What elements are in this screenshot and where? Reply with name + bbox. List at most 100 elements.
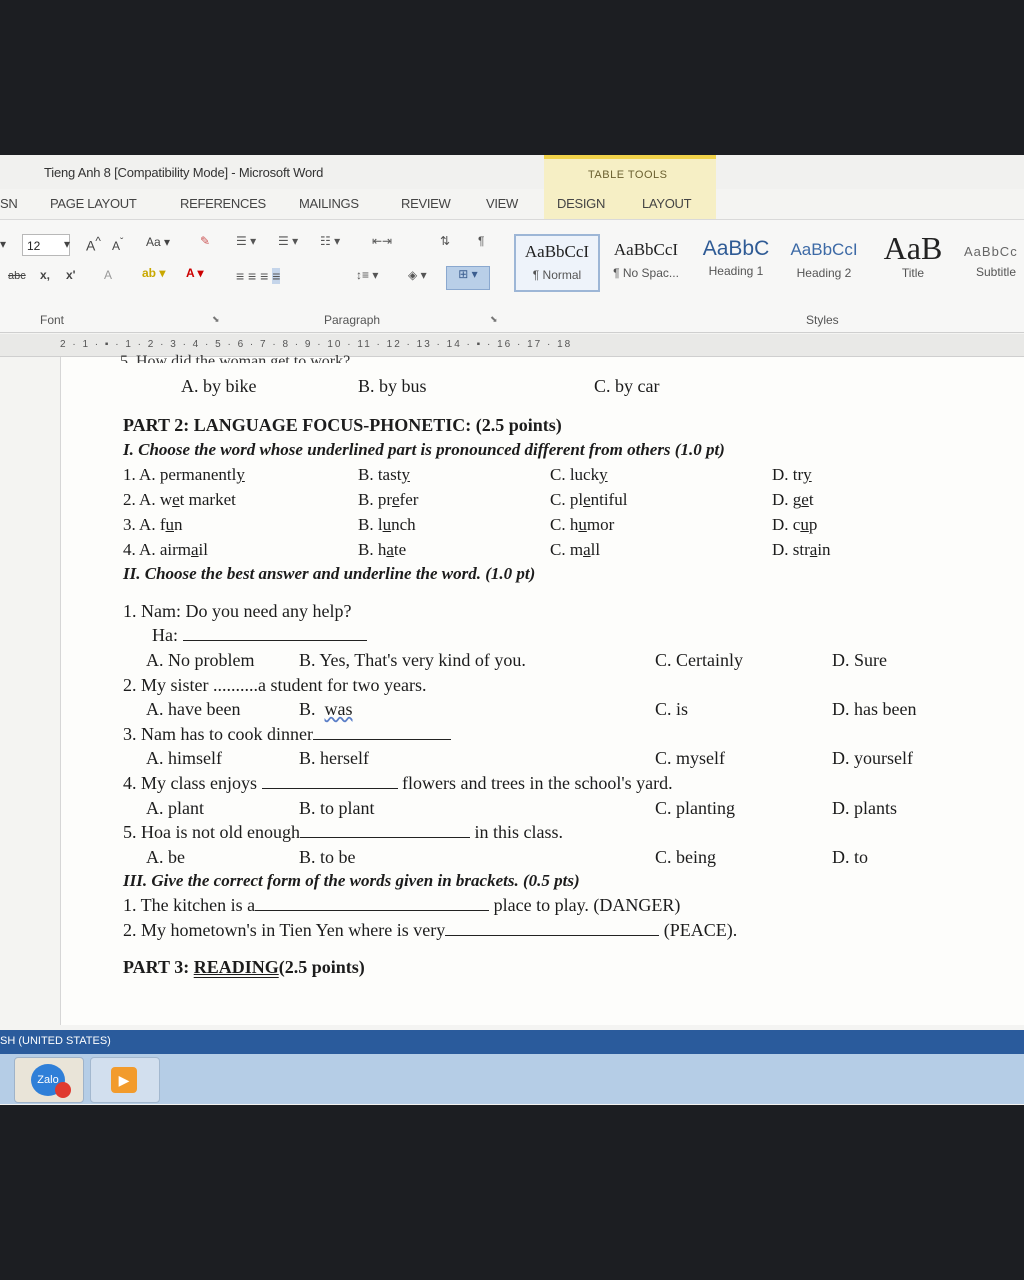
styles-group-label: Styles <box>806 313 839 327</box>
style-heading-1[interactable]: AaBbC Heading 1 <box>694 234 778 292</box>
language-indicator[interactable]: SH (UNITED STATES) <box>0 1035 111 1047</box>
s3-q1-post: place to play. (DANGER) <box>493 895 681 915</box>
q4-option-a: A. plant <box>146 798 204 818</box>
s1-row4-a: 4. A. airmail <box>123 540 208 559</box>
style-name: Subtitle <box>976 265 1017 279</box>
q2-post: a student for two years. <box>258 675 427 695</box>
font-name-dropdown-arrow-icon[interactable]: ▾ <box>0 237 6 251</box>
style-name: ¶ No Spac... <box>613 266 679 280</box>
q3-option-b: B. herself <box>299 748 369 768</box>
status-bar: SH (UNITED STATES) <box>0 1030 1024 1054</box>
font-size-field[interactable]: 12 <box>22 234 70 256</box>
part2-heading: PART 2: LANGUAGE FOCUS-PHONETIC: (2.5 po… <box>123 415 562 435</box>
clear-formatting-icon[interactable]: ✎ <box>200 234 210 248</box>
indent-icon[interactable]: ⇤⇥ <box>372 234 392 248</box>
q3-option-c: C. myself <box>655 748 725 768</box>
taskbar-media-button[interactable]: ▶ <box>90 1057 160 1103</box>
q1-line2: Ha: <box>152 625 367 646</box>
q3-option-a: A. himself <box>146 748 222 768</box>
shrink-font-icon[interactable]: Aˇ <box>112 237 123 253</box>
q4-line: 4. My class enjoys flowers and trees in … <box>123 773 673 794</box>
q4-option-b: B. to plant <box>299 798 375 818</box>
font-color-icon[interactable]: A ▾ <box>186 266 204 280</box>
style-heading-2[interactable]: AaBbCcI Heading 2 <box>784 234 864 292</box>
q5-line: 5. Hoa is not old enough in this class. <box>123 822 563 843</box>
tab-design[interactable]: DESIGN <box>557 196 605 211</box>
q2-dots: .......... <box>213 675 258 695</box>
sort-icon[interactable]: ⇅ <box>440 234 450 248</box>
bullets-icon[interactable]: ☰ ▾ <box>236 234 256 248</box>
tab-layout[interactable]: LAYOUT <box>642 196 692 211</box>
paragraph-dialog-launcher-icon[interactable]: ⬊ <box>490 314 498 325</box>
tab-mailings[interactable]: MAILINGS <box>299 196 359 211</box>
s3-q2-post: (PEACE). <box>663 920 738 940</box>
s1-row4-b: B. hate <box>358 540 407 559</box>
chevron-down-icon[interactable]: ▾ <box>64 237 70 251</box>
part3-suffix: (2.5 points) <box>278 957 365 977</box>
s1-row3-d: D. cup <box>772 515 818 534</box>
ribbon: ▾ 12 ▾ A^ Aˇ Aa ▾ ✎ abc x, x' A ab ▾ A ▾… <box>0 219 1024 333</box>
media-player-icon: ▶ <box>111 1067 137 1093</box>
word-window: Tieng Anh 8 [Compatibility Mode] - Micro… <box>0 155 1024 1105</box>
tab-references[interactable]: REFERENCES <box>180 196 266 211</box>
style-name: Heading 1 <box>708 264 764 278</box>
window-title: Tieng Anh 8 [Compatibility Mode] - Micro… <box>44 165 324 180</box>
taskbar-zalo-button[interactable]: Zalo <box>14 1057 84 1103</box>
s1-row4-c: C. mall <box>550 540 601 559</box>
q5-post: in this class. <box>474 822 564 842</box>
s1-row2-d: D. get <box>772 490 814 509</box>
tab-view[interactable]: VIEW <box>486 196 518 211</box>
style-normal[interactable]: AaBbCcI ¶ Normal <box>514 234 600 292</box>
pilcrow-icon[interactable]: ¶ <box>478 234 484 248</box>
tab-page-layout[interactable]: PAGE LAYOUT <box>50 196 137 211</box>
s3-q1-pre: 1. The kitchen is a <box>123 895 256 915</box>
q1-line1: 1. Nam: Do you need any help? <box>123 601 352 621</box>
subscript-icon[interactable]: x, <box>40 268 50 282</box>
section3-heading: III. Give the correct form of the words … <box>123 871 580 890</box>
q5-option-a: A. be <box>146 847 185 867</box>
borders-icon[interactable]: ⊞ ▾ <box>446 266 490 290</box>
style-no-spacing[interactable]: AaBbCcI ¶ No Spac... <box>604 234 688 292</box>
q1-blank <box>182 639 367 641</box>
grow-font-icon[interactable]: A^ <box>86 235 101 254</box>
q5-option-c: C. being <box>655 847 716 867</box>
s1-row3-a: 3. A. fun <box>123 515 183 534</box>
font-dialog-launcher-icon[interactable]: ⬊ <box>212 314 220 325</box>
change-case-icon[interactable]: Aa ▾ <box>146 235 170 249</box>
q4-post: flowers and trees in the school's yard. <box>402 773 673 793</box>
s1-row2-a: 2. A. wet market <box>123 490 236 509</box>
prev-option-a: A. by bike <box>181 376 257 396</box>
q3-line: 3. Nam has to cook dinner <box>123 724 451 745</box>
s3-q2-pre: 2. My hometown's in Tien Yen where is ve… <box>123 920 446 940</box>
q1-option-c: C. Certainly <box>655 650 743 670</box>
style-name: Heading 2 <box>796 266 852 280</box>
q5-option-b: B. to be <box>299 847 356 867</box>
tab-review[interactable]: REVIEW <box>401 196 451 211</box>
s3-q2-line: 2. My hometown's in Tien Yen where is ve… <box>123 920 737 941</box>
tab-design-left[interactable]: SN <box>0 196 18 211</box>
s3-q1-line: 1. The kitchen is a place to play. (DANG… <box>123 895 680 916</box>
numbering-icon[interactable]: ☰ ▾ <box>278 234 298 248</box>
style-name: Title <box>901 266 925 280</box>
superscript-icon[interactable]: x' <box>66 268 76 282</box>
s1-row1-d: D. try <box>772 465 812 484</box>
text-effects-icon[interactable]: A <box>104 268 112 282</box>
cut-off-question-line: 5. How did the woman get to work? <box>120 353 351 363</box>
strikethrough-icon[interactable]: abc <box>8 270 26 282</box>
align-buttons-icon[interactable]: ≡ ≡ ≡ ≡ <box>236 268 281 284</box>
style-title[interactable]: AaB Title <box>870 230 956 292</box>
s3-q1-blank <box>255 909 490 911</box>
q5-blank <box>300 836 470 838</box>
line-spacing-icon[interactable]: ↕≡ ▾ <box>356 268 378 282</box>
style-subtitle[interactable]: AaBbCc Subtitle <box>964 234 1024 292</box>
q4-pre: 4. My class enjoys <box>123 773 257 793</box>
s1-row3-c: C. humor <box>550 515 615 534</box>
table-tools-label: TABLE TOOLS <box>588 169 668 181</box>
shading-icon[interactable]: ◈ ▾ <box>408 268 427 282</box>
styles-gallery: AaBbCcI ¶ Normal AaBbCcI ¶ No Spac... Aa… <box>512 228 1024 296</box>
font-group-label: Font <box>40 313 65 327</box>
prev-option-b: B. by bus <box>358 376 427 396</box>
highlight-color-icon[interactable]: ab ▾ <box>142 266 165 280</box>
multilevel-list-icon[interactable]: ☷ ▾ <box>320 234 340 248</box>
q4-option-d: D. plants <box>832 798 897 818</box>
